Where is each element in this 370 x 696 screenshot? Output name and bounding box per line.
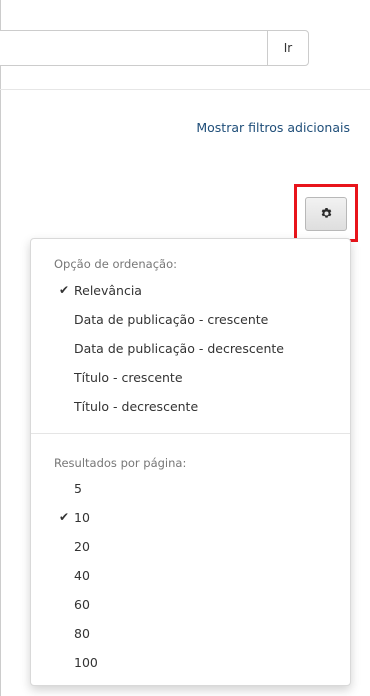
rpp-option-label: 100 xyxy=(74,655,98,670)
rpp-option-20[interactable]: 20 xyxy=(31,532,350,561)
gear-icon xyxy=(320,205,333,224)
rpp-option-40[interactable]: 40 xyxy=(31,561,350,590)
sort-option-relevance[interactable]: ✔ Relevância xyxy=(31,276,350,305)
sort-option-label: Data de publicação - crescente xyxy=(74,312,269,327)
rpp-option-80[interactable]: 80 xyxy=(31,619,350,648)
sort-option-label: Título - decrescente xyxy=(74,399,199,414)
rpp-option-label: 5 xyxy=(74,481,82,496)
settings-button[interactable] xyxy=(305,197,347,231)
sort-option-date-desc[interactable]: Data de publicação - decrescente xyxy=(31,334,350,363)
results-per-page-header: Resultados por página: xyxy=(54,456,187,470)
section-divider xyxy=(0,89,370,90)
sort-option-title-desc[interactable]: Título - decrescente xyxy=(31,392,350,421)
dropdown-divider xyxy=(31,433,350,434)
rpp-option-10[interactable]: ✔ 10 xyxy=(31,503,350,532)
rpp-option-100[interactable]: 100 xyxy=(31,648,350,677)
sort-option-label: Relevância xyxy=(74,283,142,298)
page: Ir Mostrar filtros adicionais Opção de o… xyxy=(0,0,370,696)
check-icon: ✔ xyxy=(59,283,70,297)
rpp-option-label: 40 xyxy=(74,568,90,583)
search-input[interactable] xyxy=(0,30,268,66)
sort-option-label: Título - crescente xyxy=(74,370,183,385)
rpp-option-label: 10 xyxy=(74,510,90,525)
sort-option-label: Data de publicação - decrescente xyxy=(74,341,284,356)
sort-option-date-asc[interactable]: Data de publicação - crescente xyxy=(31,305,350,334)
sort-option-title-asc[interactable]: Título - crescente xyxy=(31,363,350,392)
rpp-option-label: 20 xyxy=(74,539,90,554)
left-border xyxy=(0,0,1,696)
show-additional-filters-link[interactable]: Mostrar filtros adicionais xyxy=(196,120,350,135)
rpp-option-label: 80 xyxy=(74,626,90,641)
go-button[interactable]: Ir xyxy=(267,30,309,66)
rpp-option-60[interactable]: 60 xyxy=(31,590,350,619)
sort-options-dropdown: Opção de ordenação: ✔ Relevância Data de… xyxy=(30,238,351,686)
rpp-option-5[interactable]: 5 xyxy=(31,474,350,503)
check-icon: ✔ xyxy=(59,510,70,524)
sort-options-header: Opção de ordenação: xyxy=(54,257,177,271)
rpp-option-label: 60 xyxy=(74,597,90,612)
